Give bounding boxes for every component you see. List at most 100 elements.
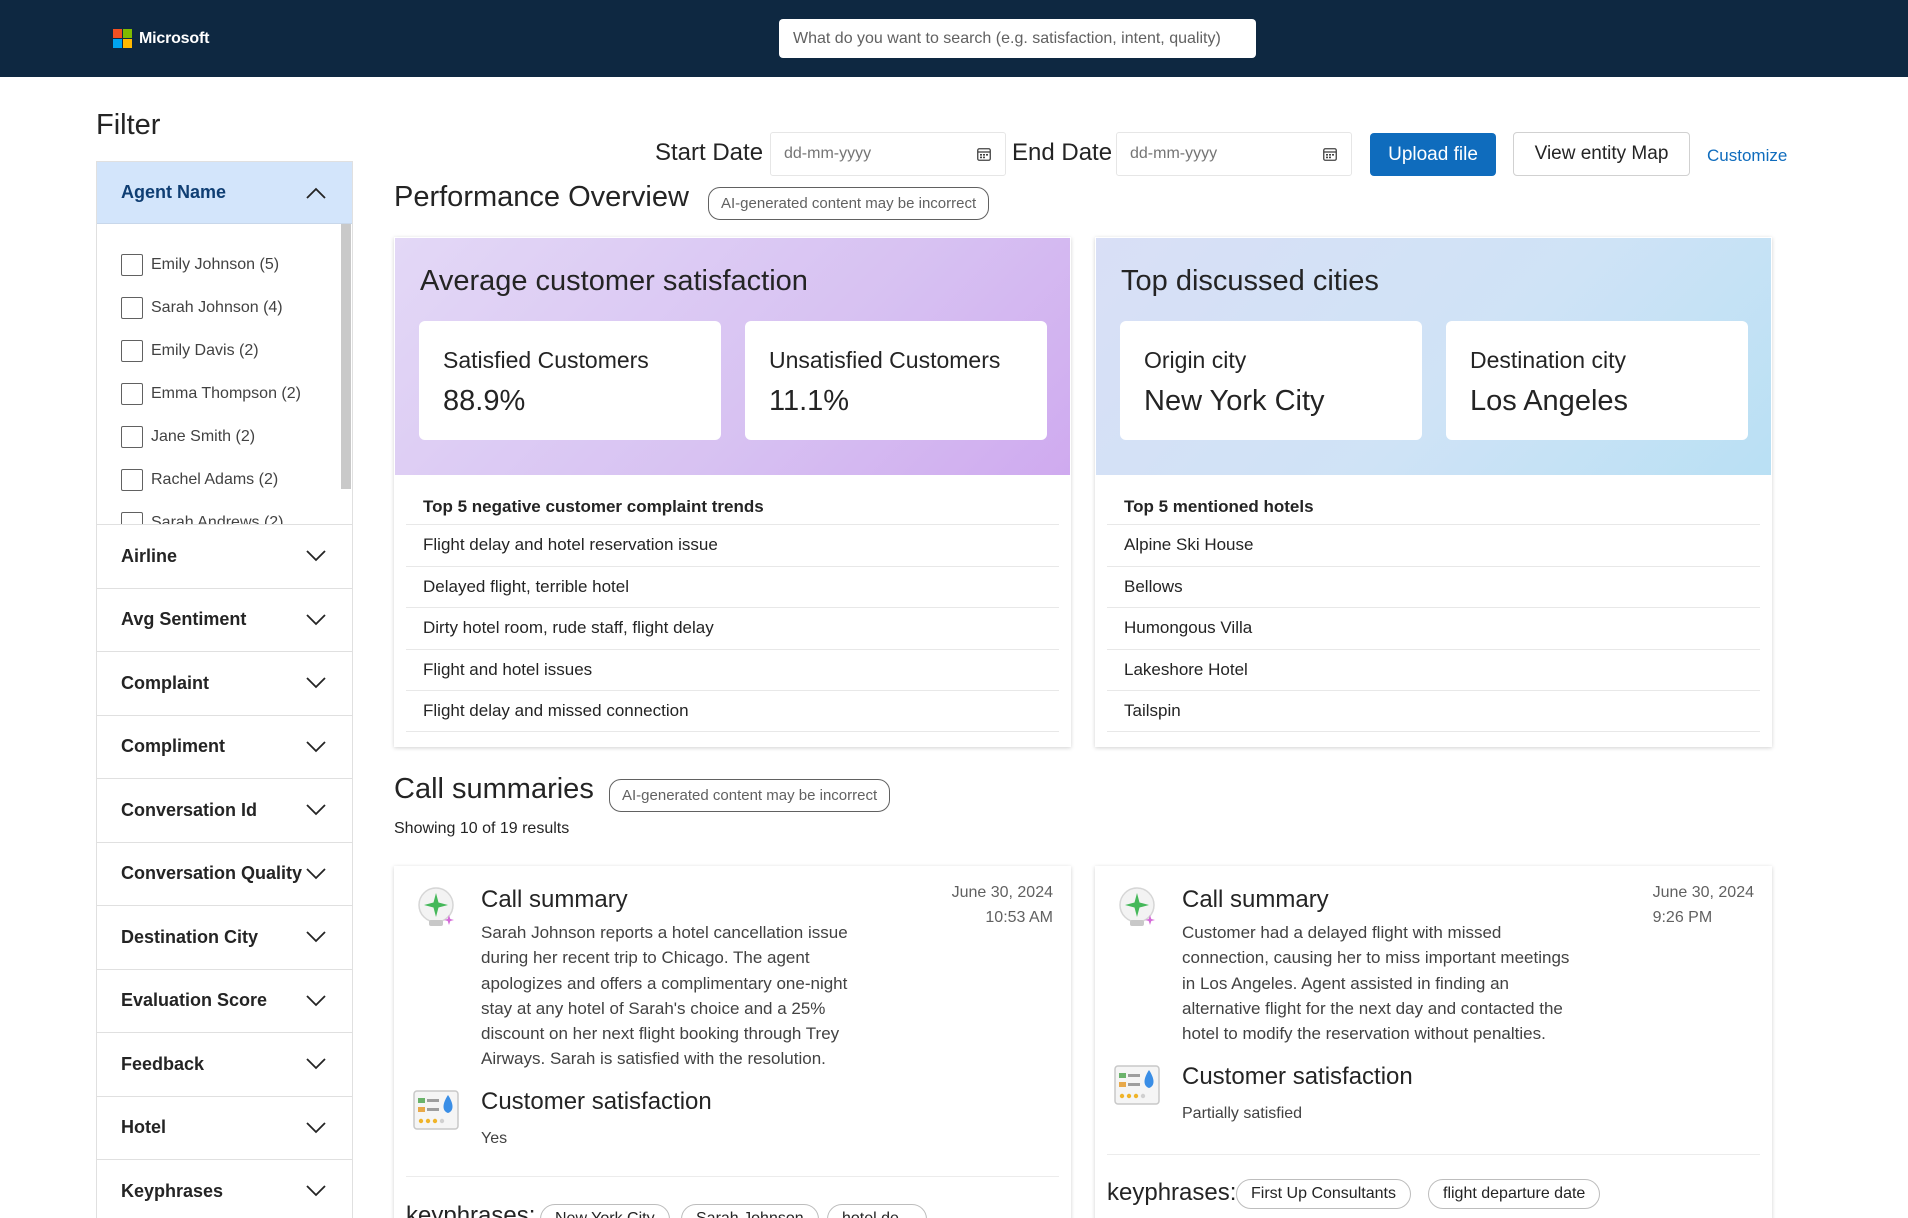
call-summary-title: Call summary (1182, 886, 1329, 913)
divider (1107, 1154, 1760, 1155)
keyphrase-chip[interactable]: New York City (540, 1204, 670, 1218)
accordion-conversation-quality[interactable]: Conversation Quality (97, 843, 352, 906)
satisfaction-card-hero: Average customer satisfaction Satisfied … (395, 238, 1070, 475)
filter-title: Filter (96, 109, 161, 141)
hotels-title: Top 5 mentioned hotels (1124, 497, 1314, 516)
chevron-down-icon (306, 868, 326, 880)
ai-disclaimer-badge: AI-generated content may be incorrect (708, 187, 990, 220)
checkbox-label: Rachel Adams (2) (151, 471, 279, 488)
keyphrase-chip[interactable]: First Up Consultants (1236, 1179, 1411, 1209)
accordion-evaluation-score[interactable]: Evaluation Score (97, 970, 352, 1033)
cities-card: Top discussed cities Origin city New Yor… (1095, 237, 1772, 747)
chevron-down-icon (306, 741, 326, 753)
unsatisfied-value: 11.1% (769, 385, 850, 417)
checkbox[interactable] (121, 340, 143, 362)
accordion-label: Feedback (121, 1053, 205, 1074)
accordion-agent-name-header[interactable]: Agent Name (97, 162, 352, 224)
agent-checkbox-item[interactable]: Sarah Andrews (2) (121, 512, 284, 524)
accordion-conversation-id[interactable]: Conversation Id (97, 779, 352, 843)
checkbox[interactable] (121, 254, 143, 276)
chevron-down-icon (306, 804, 326, 816)
microsoft-logo[interactable]: Microsoft (113, 29, 209, 48)
list-item: Flight delay and missed connection (406, 690, 1059, 732)
summary-line: stay at any hotel of Sarah's choice and … (481, 998, 826, 1018)
origin-city-stat: Origin city New York City (1120, 321, 1422, 440)
checkbox-label: Emma Thompson (2) (151, 385, 301, 402)
agent-checkbox-item[interactable]: Sarah Johnson (4) (121, 297, 283, 319)
divider (406, 1176, 1059, 1177)
call-date-value: June 30, 2024 (951, 884, 1053, 901)
call-time-value: 10:53 AM (985, 909, 1053, 926)
origin-city-label: Origin city (1144, 347, 1247, 373)
chevron-down-icon (306, 1122, 326, 1134)
checkbox-label: Jane Smith (2) (151, 428, 256, 445)
checkbox[interactable] (121, 426, 143, 448)
start-date-placeholder: dd-mm-yyyy (784, 145, 872, 162)
accordion-avg-sentiment[interactable]: Avg Sentiment (97, 589, 352, 652)
accordion-label: Complaint (121, 672, 209, 693)
agent-checkbox-item[interactable]: Rachel Adams (2) (121, 469, 278, 491)
keyphrase-chip[interactable]: Sarah Johnson (681, 1204, 819, 1218)
agent-checkbox-item[interactable]: Emily Davis (2) (121, 340, 259, 362)
scrollbar-thumb[interactable] (341, 224, 351, 489)
end-date-label: End Date (1012, 139, 1113, 166)
calendar-icon[interactable] (1323, 148, 1337, 161)
checkbox-label: Emily Johnson (5) (151, 256, 280, 273)
checkbox[interactable] (121, 469, 143, 491)
list-item: Flight delay and hotel reservation issue (406, 524, 1059, 566)
cities-card-hero: Top discussed cities Origin city New Yor… (1096, 238, 1771, 475)
accordion-label: Compliment (121, 736, 226, 757)
keyphrases-label: keyphrases: (406, 1202, 536, 1218)
customize-link[interactable]: Customize (1707, 146, 1787, 166)
checkbox[interactable] (121, 512, 143, 524)
chevron-up-icon (306, 187, 326, 199)
accordion-compliment[interactable]: Compliment (97, 716, 352, 779)
checkbox[interactable] (121, 383, 143, 405)
performance-overview-title: Performance Overview (394, 181, 689, 213)
call-summary-text: Sarah Johnson reports a hotel cancellati… (481, 920, 848, 1072)
checkbox[interactable] (121, 297, 143, 319)
satisfaction-value: Yes (481, 1130, 508, 1147)
keyphrase-chip[interactable]: flight departure date (1428, 1179, 1601, 1209)
keyphrase-chip[interactable]: hotel de... (827, 1204, 928, 1218)
start-date-input[interactable]: dd-mm-yyyy (770, 132, 1006, 176)
accordion-airline[interactable]: Airline (97, 525, 352, 589)
view-entity-map-button[interactable]: View entity Map (1513, 132, 1690, 176)
accordion-hotel[interactable]: Hotel (97, 1097, 352, 1160)
origin-city-value: New York City (1144, 385, 1325, 417)
end-date-input[interactable]: dd-mm-yyyy (1116, 132, 1352, 176)
accordion-label: Conversation Quality (121, 863, 303, 884)
keyphrases-label: keyphrases: (1107, 1179, 1237, 1206)
agent-name-list[interactable]: Emily Johnson (5) Sarah Johnson (4) Emil… (97, 224, 352, 525)
accordion-keyphrases[interactable]: Keyphrases (97, 1160, 352, 1218)
chevron-down-icon (306, 550, 326, 562)
destination-city-stat: Destination city Los Angeles (1446, 321, 1748, 440)
unsatisfied-stat: Unsatisfied Customers 11.1% (745, 321, 1047, 440)
accordion-label: Destination City (121, 926, 259, 947)
agent-checkbox-item[interactable]: Emma Thompson (2) (121, 383, 301, 405)
filter-sidebar: Agent Name Emily Johnson (5) Sarah Johns… (96, 161, 353, 1218)
accordion-complaint[interactable]: Complaint (97, 652, 352, 716)
list-item: Lakeshore Hotel (1107, 648, 1760, 691)
call-summaries-title: Call summaries (394, 773, 594, 805)
list-item: Alpine Ski House (1107, 524, 1760, 566)
cities-card-title: Top discussed cities (1121, 265, 1379, 297)
call-summary-card[interactable]: Call summary June 30, 2024 10:53 AM Sara… (394, 866, 1071, 1218)
accordion-feedback[interactable]: Feedback (97, 1033, 352, 1097)
ai-summary-icon (1119, 887, 1155, 926)
checkbox-label: Emily Davis (2) (151, 342, 259, 359)
results-count: Showing 10 of 19 results (394, 820, 570, 837)
satisfaction-rating-icon (413, 1090, 459, 1130)
agent-checkbox-item[interactable]: Emily Johnson (5) (121, 254, 279, 276)
search-input[interactable]: What do you want to search (e.g. satisfa… (779, 19, 1256, 58)
agent-checkbox-item[interactable]: Jane Smith (2) (121, 426, 255, 448)
call-summary-text: Customer had a delayed flight with misse… (1182, 920, 1569, 1046)
summary-line: Sarah Johnson reports a hotel cancellati… (481, 923, 848, 942)
list-item: Tailspin (1107, 690, 1760, 732)
chevron-down-icon (306, 931, 326, 943)
upload-file-button[interactable]: Upload file (1370, 133, 1496, 176)
accordion-destination-city[interactable]: Destination City (97, 906, 352, 970)
complaint-trends-title: Top 5 negative customer complaint trends (423, 497, 764, 516)
calendar-icon[interactable] (977, 148, 991, 161)
call-summary-card[interactable]: Call summary June 30, 2024 9:26 PM Custo… (1095, 866, 1772, 1218)
